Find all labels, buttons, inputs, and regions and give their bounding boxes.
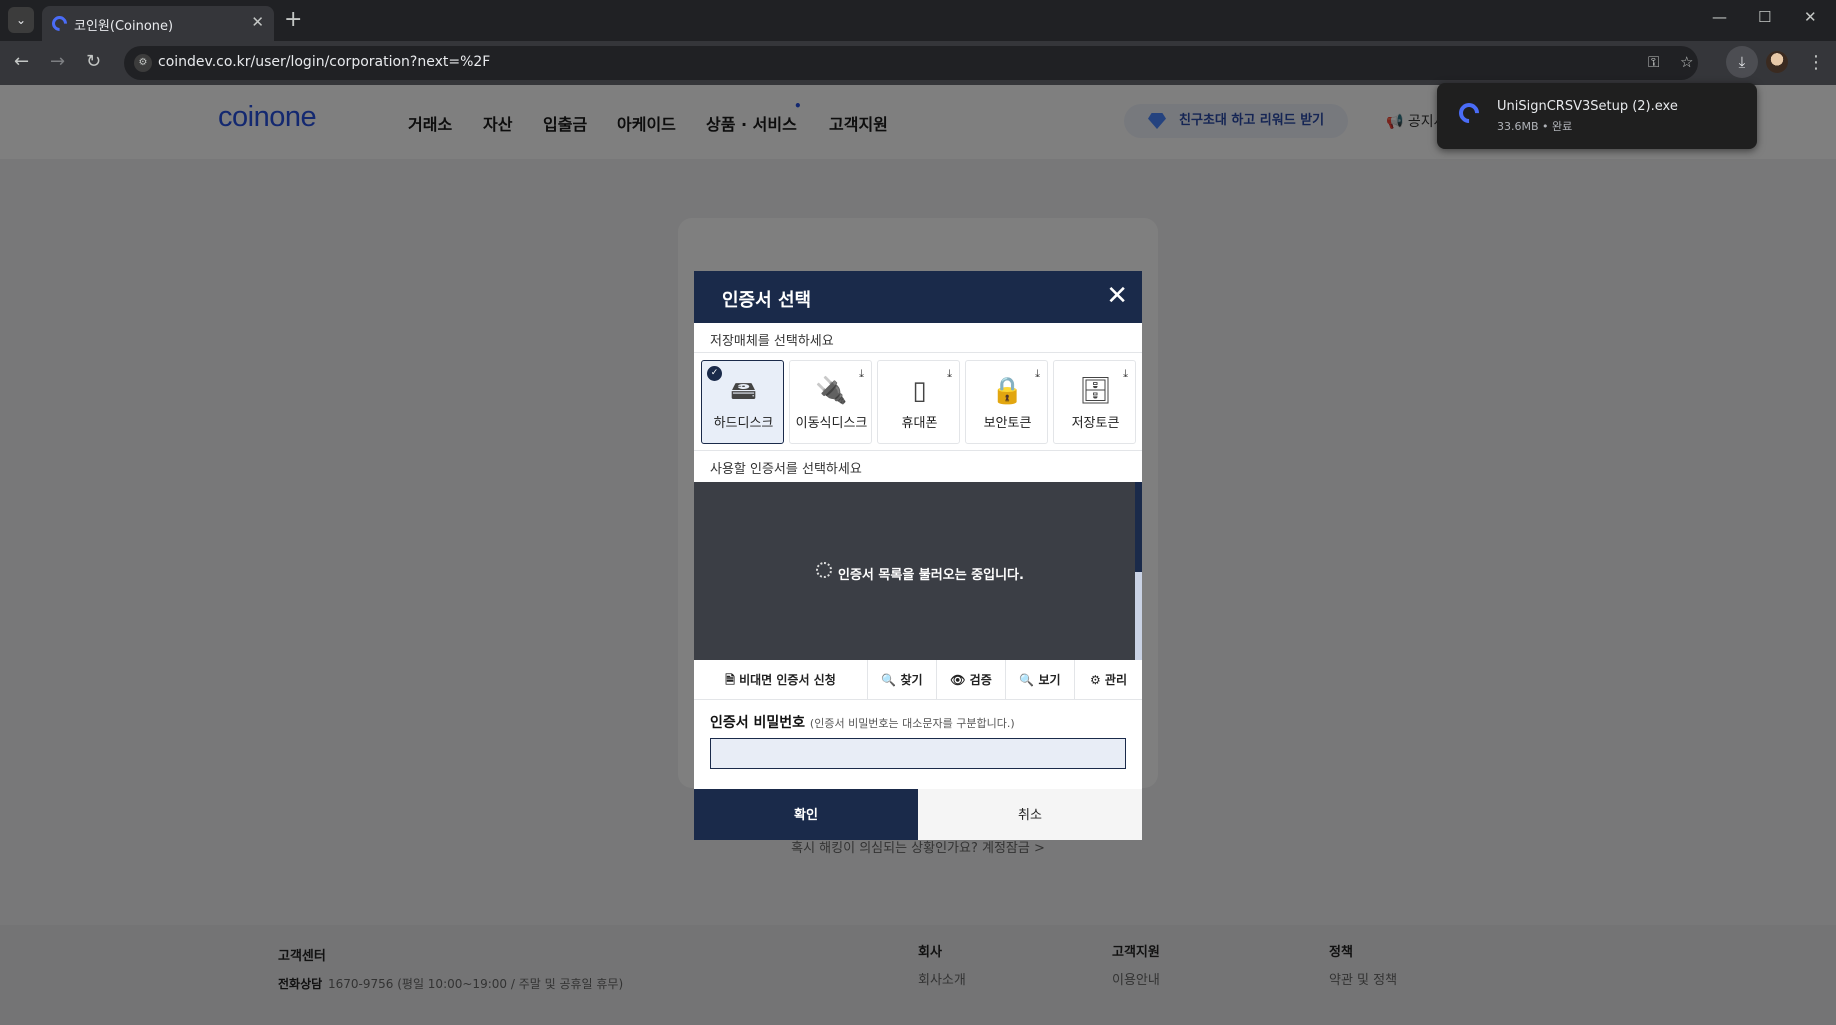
action-label: 찾기 bbox=[900, 673, 923, 687]
scrollbar-thumb[interactable] bbox=[1135, 482, 1142, 572]
storage-token-icon: 🗄 bbox=[1078, 376, 1112, 406]
usb-drive-icon: 🔌 bbox=[815, 376, 848, 406]
media-label: 이동식디스크 bbox=[795, 416, 868, 431]
download-bubble[interactable]: UniSignCRSV3Setup (2).exe 33.6MB • 완료 bbox=[1437, 83, 1757, 149]
download-filename[interactable]: UniSignCRSV3Setup (2).exe bbox=[1497, 99, 1678, 114]
tab-close-icon[interactable]: ✕ bbox=[251, 13, 264, 31]
browser-tab[interactable]: 코인원(Coinone) ✕ bbox=[42, 6, 274, 41]
kebab-menu-icon[interactable]: ⋮ bbox=[1807, 52, 1825, 73]
media-label: 저장토큰 bbox=[1071, 416, 1120, 431]
dialog-title: 인증서 선택 bbox=[722, 290, 812, 311]
loading-message: 인증서 목록을 불러오는 중입니다. bbox=[838, 568, 1024, 583]
site-info-icon[interactable]: ⚙ bbox=[134, 54, 152, 72]
password-hint: (인증서 비밀번호는 대소문자를 구분합니다.) bbox=[809, 717, 1015, 730]
remote-cert-request-button[interactable]: 🗎 비대면 인증서 신청 bbox=[694, 660, 868, 700]
dialog-header: 인증서 선택 ✕ bbox=[694, 271, 1142, 323]
star-icon[interactable]: ☆ bbox=[1680, 53, 1693, 71]
action-label: 보기 bbox=[1038, 673, 1061, 687]
media-section-label: 저장매체를 선택하세요 bbox=[710, 334, 834, 349]
profile-avatar[interactable] bbox=[1766, 51, 1788, 73]
media-label: 하드디스크 bbox=[713, 416, 774, 431]
action-label: 검증 bbox=[969, 673, 992, 687]
find-button[interactable]: 🔍 찾기 bbox=[868, 660, 937, 700]
search-icon: 🔍 bbox=[881, 673, 897, 687]
security-token-icon: 🔒 bbox=[991, 376, 1024, 406]
action-label: 관리 bbox=[1104, 673, 1128, 687]
file-type-icon bbox=[1454, 98, 1484, 128]
maximize-button[interactable]: ☐ bbox=[1758, 8, 1771, 26]
view-cert-icon: 🔍 bbox=[1019, 673, 1035, 687]
minimize-button[interactable]: — bbox=[1712, 8, 1727, 26]
media-hard-disk[interactable]: ✓ 🖴 하드디스크 bbox=[701, 360, 784, 444]
key-icon[interactable]: ⚿ bbox=[1648, 53, 1659, 71]
certificate-dialog: 인증서 선택 ✕ 저장매체를 선택하세요 ✓ 🖴 하드디스크 ⤓ 🔌 이동식디스… bbox=[694, 271, 1142, 840]
loading-spinner-icon bbox=[816, 562, 832, 578]
password-label: 인증서 비밀번호 (인증서 비밀번호는 대소문자를 구분합니다.) bbox=[710, 712, 1015, 732]
password-label-text: 인증서 비밀번호 bbox=[710, 715, 806, 731]
eye-icon: 👁 bbox=[950, 673, 966, 687]
media-label: 휴대폰 bbox=[901, 416, 938, 431]
cert-section-label: 사용할 인증서를 선택하세요 bbox=[710, 462, 862, 477]
url-text[interactable]: coindev.co.kr/user/login/corporation?nex… bbox=[158, 54, 490, 70]
cancel-button[interactable]: 취소 bbox=[918, 789, 1142, 840]
media-mobile-phone[interactable]: ⤓ ▯ 휴대폰 bbox=[877, 360, 960, 444]
view-button[interactable]: 🔍 보기 bbox=[1006, 660, 1075, 700]
back-icon[interactable]: ← bbox=[14, 51, 29, 72]
media-storage-token[interactable]: ⤓ 🗄 저장토큰 bbox=[1053, 360, 1136, 444]
scrollbar[interactable] bbox=[1135, 482, 1142, 660]
document-icon: 🗎 bbox=[725, 673, 735, 687]
manage-button[interactable]: ⚙ 관리 bbox=[1075, 660, 1142, 700]
certificate-actions: 🗎 비대면 인증서 신청 🔍 찾기 👁 검증 🔍 보기 ⚙ 관리 bbox=[694, 660, 1142, 700]
verify-button[interactable]: 👁 검증 bbox=[937, 660, 1006, 700]
divider bbox=[694, 450, 1142, 451]
media-security-token[interactable]: ⤓ 🔒 보안토큰 bbox=[965, 360, 1048, 444]
mobile-phone-icon: ▯ bbox=[912, 376, 927, 406]
forward-icon[interactable]: → bbox=[50, 51, 65, 72]
confirm-button[interactable]: 확인 bbox=[694, 789, 918, 840]
media-label: 보안토큰 bbox=[983, 416, 1032, 431]
coinone-favicon-icon bbox=[48, 12, 71, 35]
reload-icon[interactable]: ↻ bbox=[86, 51, 101, 72]
divider bbox=[694, 352, 1142, 353]
browser-toolbar: ← → ↻ ⚙ coindev.co.kr/user/login/corpora… bbox=[0, 41, 1836, 85]
download-icon[interactable]: ⤓ bbox=[1726, 46, 1758, 78]
certificate-list[interactable]: 인증서 목록을 불러오는 중입니다. bbox=[694, 482, 1142, 660]
settings-icon: ⚙ bbox=[1089, 673, 1101, 687]
browser-tab-bar: ⌄ 코인원(Coinone) ✕ + — ☐ ✕ bbox=[0, 0, 1836, 41]
window-close-button[interactable]: ✕ bbox=[1804, 8, 1817, 26]
download-meta: 33.6MB • 완료 bbox=[1497, 120, 1573, 133]
media-removable-disk[interactable]: ⤓ 🔌 이동식디스크 bbox=[789, 360, 872, 444]
close-icon[interactable]: ✕ bbox=[1106, 281, 1128, 311]
hard-disk-icon: 🖴 bbox=[730, 376, 757, 406]
new-tab-button[interactable]: + bbox=[284, 6, 302, 34]
action-label: 비대면 인증서 신청 bbox=[739, 673, 836, 687]
address-bar[interactable]: ⚙ coindev.co.kr/user/login/corporation?n… bbox=[124, 46, 1698, 80]
password-input[interactable] bbox=[710, 738, 1126, 769]
tab-title: 코인원(Coinone) bbox=[74, 19, 174, 34]
tab-search-chevron-icon[interactable]: ⌄ bbox=[8, 7, 34, 33]
